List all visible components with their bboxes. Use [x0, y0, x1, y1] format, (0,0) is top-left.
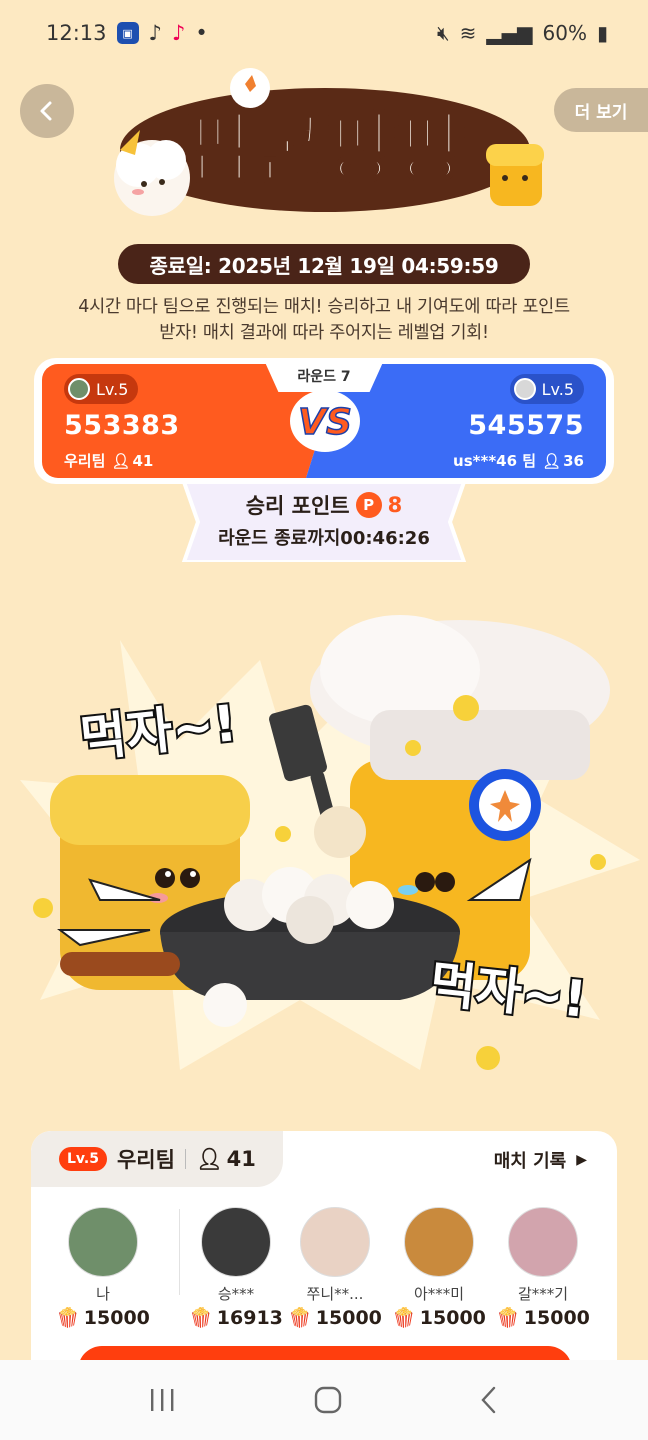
member-points: 🍿 15000 — [53, 1306, 153, 1330]
opponent-team-score: 545575 — [468, 410, 584, 441]
home-icon[interactable] — [313, 1385, 343, 1415]
member-points: 🍿 15000 — [389, 1306, 489, 1330]
avatar — [201, 1207, 271, 1277]
status-bar: 12:13 ▣ ♪ ♪ • 🔇︎ ≋ ▂▄▆ 60% ▮ — [0, 0, 648, 66]
person-icon: 👤︎ — [542, 451, 562, 470]
opponent-team-name: us***46 팀 — [453, 452, 537, 470]
shout-text-bottom: 먹자~! — [427, 955, 589, 1029]
member-name: 아***미 — [413, 1285, 465, 1303]
tiktok-lite-icon: ♪ — [171, 21, 186, 45]
member-points: 🍿 15000 — [285, 1306, 385, 1330]
member-name: 갈***기 — [517, 1285, 569, 1303]
system-nav-bar — [0, 1360, 648, 1440]
member-item[interactable]: 나 🍿 15000 — [53, 1207, 153, 1329]
battery-icon: ▮ — [596, 21, 608, 45]
person-icon: 👤︎ — [111, 451, 131, 470]
description-line-2: 받자! 매치 결과에 따라 주어지는 레벨업 기회! — [159, 323, 489, 343]
opponent-level-text: Lv.5 — [541, 379, 574, 399]
our-team-name: 우리팀 — [64, 452, 106, 470]
battery-percent: 60% — [542, 21, 587, 45]
member-item[interactable]: 갈***기 🍿 15000 — [493, 1207, 593, 1329]
opponent-team-level: Lv.5 — [509, 374, 584, 404]
match-record-label: 매치 기록 — [493, 1151, 567, 1172]
person-icon: 👤︎ — [195, 1146, 223, 1171]
our-team-members: 41 — [132, 451, 154, 470]
win-points-label: 승리 포인트 — [245, 494, 350, 518]
popcorn-cooking-illustration: 먹자~! 먹자~! — [20, 615, 640, 1070]
member-points: 🍿 16913 — [186, 1306, 286, 1330]
avatar — [508, 1207, 578, 1277]
avatar — [300, 1207, 370, 1277]
member-item[interactable]: 아***미 🍿 15000 — [389, 1207, 489, 1329]
our-team-score: 553383 — [64, 410, 180, 441]
match-record-link[interactable]: 매치 기록 ▶ — [494, 1147, 587, 1173]
member-points: 🍿 15000 — [493, 1306, 593, 1330]
team-level-badge: Lv.5 — [59, 1147, 107, 1171]
app-notification-icon: ▣ — [116, 22, 139, 44]
member-divider — [179, 1209, 180, 1295]
avatar — [68, 1207, 138, 1277]
win-points-title: 승리 포인트 P 8 — [180, 490, 468, 520]
chevron-left-icon — [40, 101, 52, 121]
play-arrow-icon: ▶ — [576, 1152, 587, 1168]
end-date-badge: 종료일: 2025년 12월 19일 04:59:59 — [118, 244, 530, 284]
points-value: 16913 — [216, 1306, 283, 1329]
team-name: 우리팀 — [116, 1148, 175, 1172]
round-timer: 라운드 종료까지00:46:26 — [218, 528, 430, 549]
vs-text: VS — [298, 402, 352, 443]
status-time: 12:13 — [46, 21, 107, 45]
win-points-value: 8 — [387, 493, 403, 517]
win-points-box: 승리 포인트 P 8 라운드 종료까지00:46:26 — [180, 482, 468, 562]
popcorn-icon: 🍿 — [56, 1307, 80, 1329]
more-notifications-icon: • — [195, 21, 208, 45]
member-item[interactable]: 승*** 🍿 16913 — [186, 1207, 286, 1329]
points-value: 15000 — [315, 1306, 382, 1329]
our-team-level: Lv.5 — [64, 374, 139, 404]
our-team-info: 우리팀 👤︎ 41 — [64, 450, 153, 471]
more-button[interactable]: 더 보기 — [554, 88, 648, 132]
popcorn-logo: 팝콘팡팡 — [114, 68, 544, 216]
back-button[interactable] — [20, 84, 74, 138]
point-coin-icon: P — [355, 492, 382, 518]
opponent-team-info: us***46 팀 👤︎ 36 — [453, 450, 584, 471]
recent-apps-icon[interactable] — [148, 1387, 178, 1413]
member-count-value: 41 — [226, 1147, 256, 1171]
popcorn-icon: 🍿 — [392, 1307, 416, 1329]
our-team-avatar — [68, 378, 90, 400]
mute-icon: 🔇︎ — [437, 21, 450, 45]
divider — [184, 1149, 186, 1169]
points-value: 15000 — [523, 1306, 590, 1329]
wifi-icon: ≋ — [459, 21, 477, 45]
avatar — [404, 1207, 474, 1277]
member-name: 승*** — [217, 1285, 255, 1303]
popcorn-icon: 🍿 — [189, 1307, 213, 1329]
member-name: 나 — [96, 1285, 110, 1303]
popcorn-icon: 🍿 — [496, 1307, 520, 1329]
opponent-team-members: 36 — [563, 451, 584, 470]
opponent-team-avatar — [513, 378, 536, 400]
match-scoreboard: 라운드 7 Lv.5 553383 우리팀 👤︎ 41 Lv.5 545575 … — [34, 358, 614, 484]
logo-text: 팝콘팡팡 — [185, 104, 465, 193]
points-value: 15000 — [83, 1306, 150, 1329]
back-nav-icon[interactable] — [478, 1385, 500, 1415]
member-item[interactable]: 쭈니**... 🍿 15000 — [285, 1207, 385, 1329]
member-list: 나 🍿 15000 승*** 🍿 16913 쭈니**... 🍿 15000 아***… — [31, 1207, 617, 1337]
our-level-text: Lv.5 — [96, 379, 129, 399]
tiktok-icon: ♪ — [148, 21, 162, 45]
team-panel: Lv.5 우리팀 👤︎ 41 매치 기록 ▶ 나 🍿 15000 승*** 🍿 16… — [31, 1131, 617, 1371]
event-description: 4시간 마다 팀으로 진행되는 매치! 승리하고 내 기여도에 따라 포인트 받… — [20, 294, 628, 346]
popcorn-icon: 🍿 — [288, 1307, 312, 1329]
signal-icon: ▂▄▆ — [486, 21, 533, 45]
description-line-1: 4시간 마다 팀으로 진행되는 매치! 승리하고 내 기여도에 따라 포인트 — [78, 297, 570, 317]
member-name: 쭈니**... — [306, 1285, 364, 1303]
vs-emblem: VS — [290, 390, 360, 452]
member-count: 👤︎ 41 — [196, 1147, 256, 1172]
team-tab: Lv.5 우리팀 👤︎ 41 — [31, 1131, 283, 1187]
points-value: 15000 — [419, 1306, 486, 1329]
